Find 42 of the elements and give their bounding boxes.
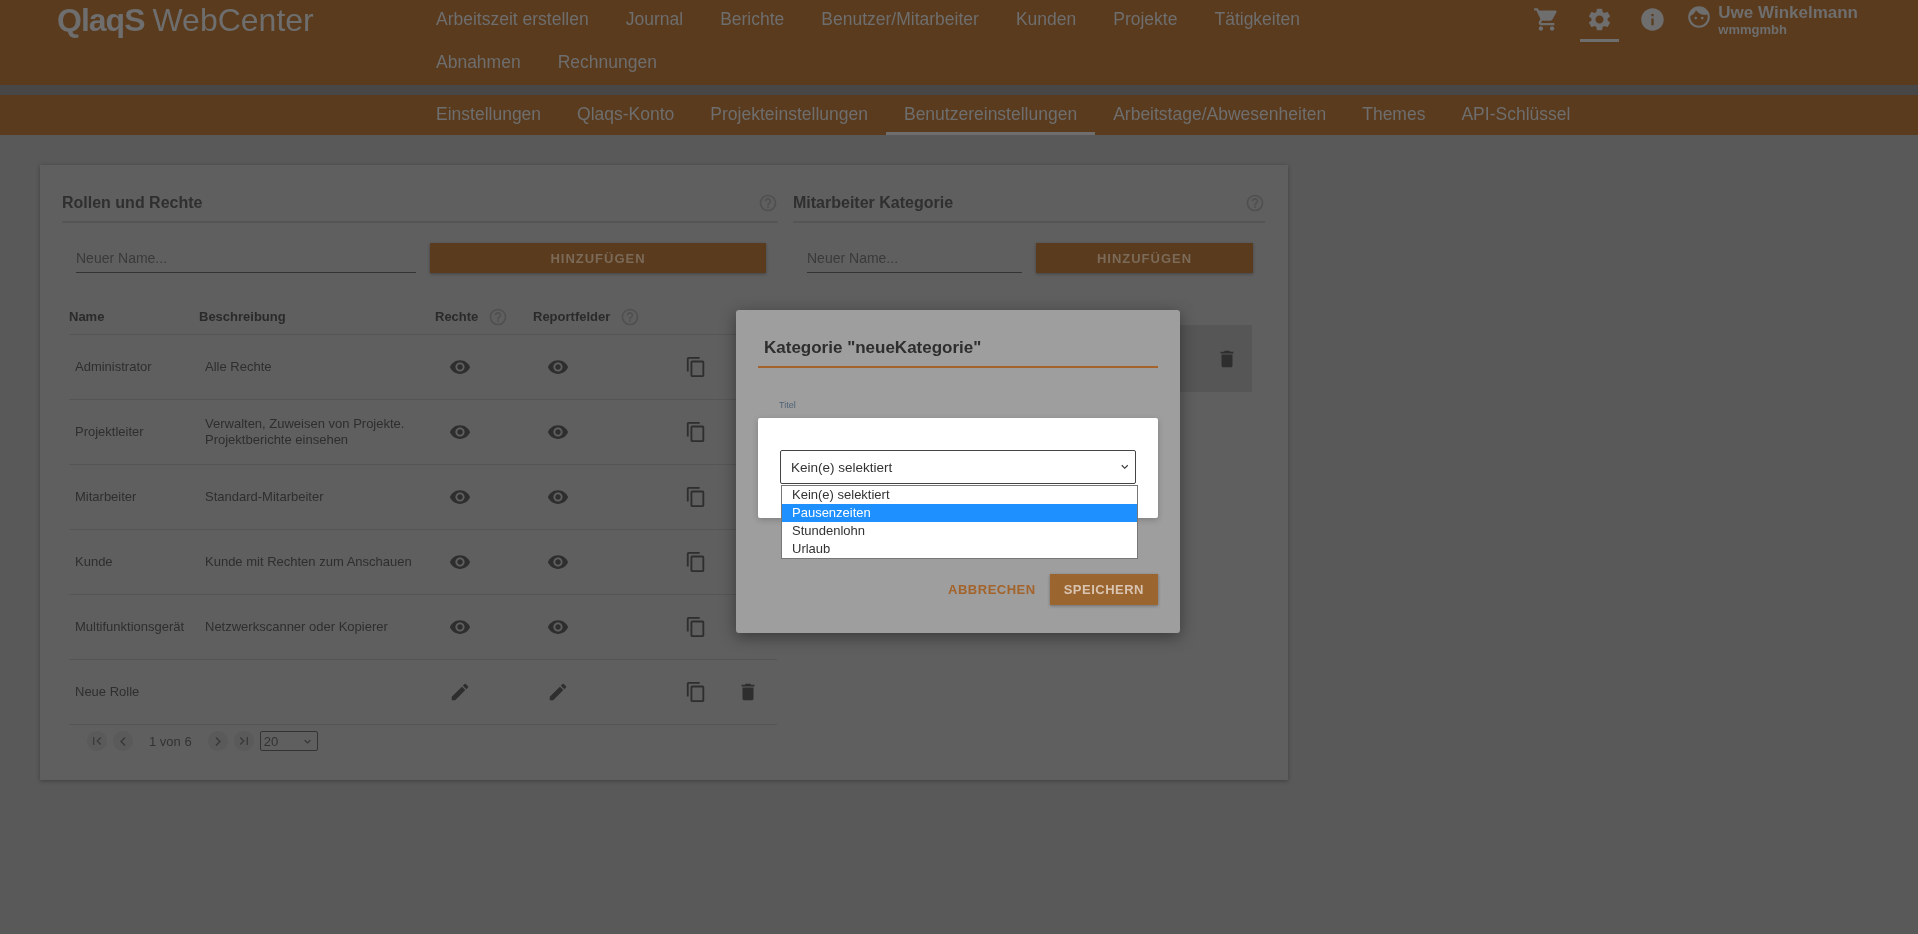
cancel-button[interactable]: ABBRECHEN <box>948 576 1036 603</box>
settings-tab[interactable]: API-Schlüssel <box>1443 95 1589 135</box>
save-button[interactable]: SPEICHERN <box>1049 574 1158 605</box>
next-page-button[interactable] <box>207 731 228 751</box>
company-name: wmmgmbh <box>1718 22 1788 37</box>
first-page-button[interactable] <box>87 731 107 751</box>
copy-icon[interactable] <box>685 616 707 638</box>
chevron-left-icon <box>120 736 126 746</box>
copy-icon[interactable] <box>685 486 707 508</box>
settings-tab[interactable]: Arbeitstage/Abwesenheiten <box>1095 95 1345 135</box>
copy-icon[interactable] <box>685 551 707 573</box>
dialog-title: Kategorie "neueKategorie" <box>758 338 1158 368</box>
add-button[interactable]: HINZUFÜGEN <box>430 243 766 273</box>
add-button[interactable]: HINZUFÜGEN <box>1036 243 1253 273</box>
copy-icon[interactable] <box>685 356 707 378</box>
category-select[interactable]: Kein(e) selektiert <box>780 450 1136 484</box>
last-page-button[interactable] <box>233 731 254 751</box>
copy-icon[interactable] <box>685 681 707 703</box>
copy-icon[interactable] <box>685 421 707 443</box>
edit-icon[interactable] <box>547 681 569 703</box>
product-name: WebCenter <box>152 2 314 39</box>
settings-tab[interactable]: Benutzereinstellungen <box>885 95 1096 135</box>
previous-page-button[interactable] <box>113 731 133 751</box>
nav-link[interactable]: Journal <box>625 0 684 43</box>
settings-tab[interactable]: Einstellungen <box>436 95 560 135</box>
nav-link[interactable]: Benutzer/Mitarbeiter <box>821 0 979 43</box>
nav-link[interactable]: Kunden <box>1015 0 1077 43</box>
settings-tab[interactable]: Themes <box>1344 95 1444 135</box>
nav-link[interactable]: Arbeitszeit erstellen <box>436 0 589 43</box>
user-name: Uwe Winkelmann <box>1718 4 1858 22</box>
nav-link[interactable]: Abnahmen <box>436 43 521 86</box>
edit-icon[interactable] <box>449 681 471 703</box>
select-option[interactable]: Pausenzeiten <box>782 504 1137 522</box>
field-label: Titel <box>779 400 797 410</box>
nav-link[interactable]: Projekte <box>1113 0 1178 43</box>
settings-tab[interactable]: Qlaqs-Konto <box>559 95 693 135</box>
nav-link[interactable]: Tätigkeiten <box>1214 0 1301 43</box>
nav-link[interactable]: Rechnungen <box>557 43 657 86</box>
chevron-right-icon <box>214 736 221 746</box>
logo: QlaqS <box>57 2 145 39</box>
settings-tab[interactable]: Projekteinstellungen <box>692 95 886 135</box>
nav-link[interactable]: Berichte <box>720 0 785 43</box>
